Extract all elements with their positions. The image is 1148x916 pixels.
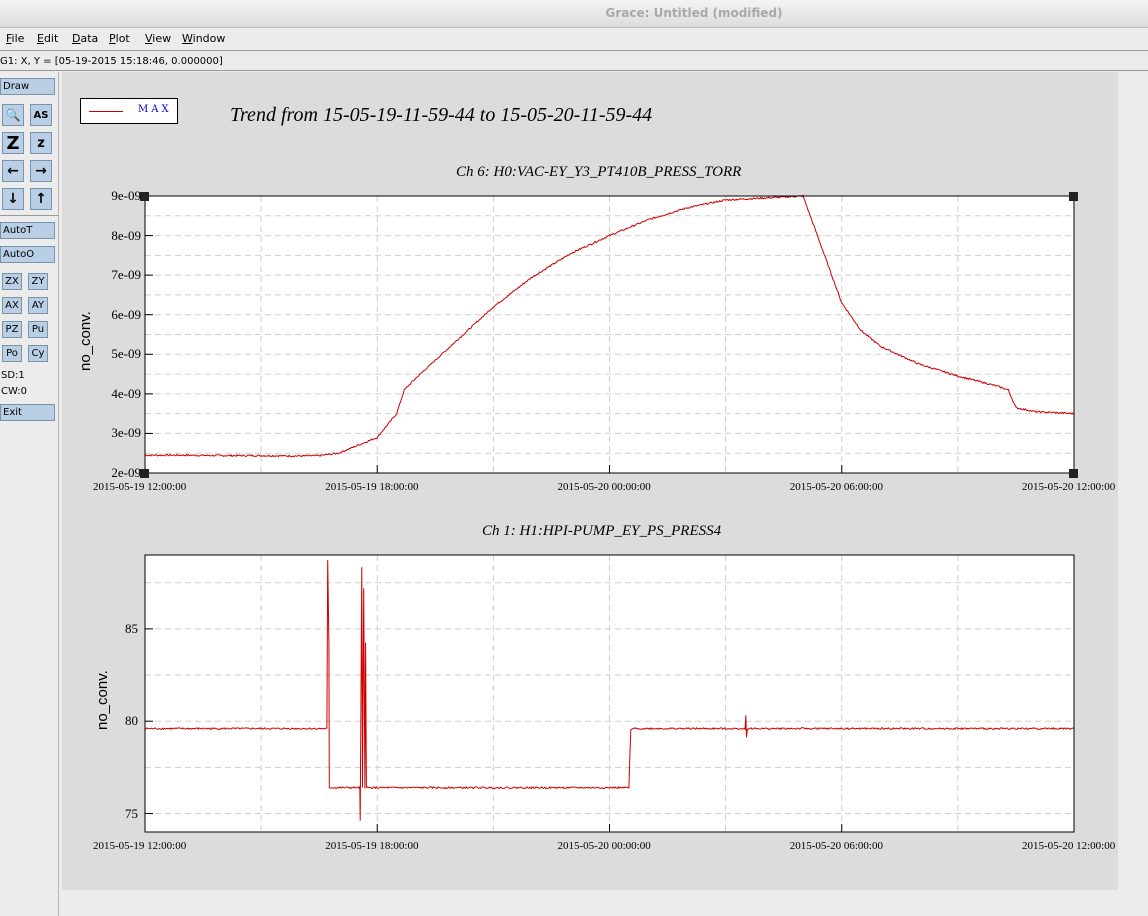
chart2-plot[interactable] [144,554,1075,833]
menu-plot-key: P [109,32,116,45]
menu-view-rest: iew [152,32,172,45]
cy-button[interactable]: Cy [28,345,48,362]
draw-button[interactable]: Draw [0,78,55,95]
scroll-down-icon[interactable]: ↓ [2,188,24,210]
x-tick-label: 2015-05-20 06:00:00 [789,481,883,493]
scroll-right-icon[interactable]: → [30,160,52,182]
y-tick-label: 75 [125,805,138,821]
menu-edit-key: E [37,32,44,45]
exit-button[interactable]: Exit [0,404,55,421]
menu-file-rest: ile [11,32,25,45]
x-tick-label: 2015-05-20 06:00:00 [789,840,883,852]
y-tick-label: 9e-09 [111,188,141,203]
chart1-selection-handle-tr[interactable] [1069,192,1078,201]
autot-button[interactable]: AutoT [0,222,55,239]
chart1-title: Ch 6: H0:VAC-EY_Y3_PT410B_PRESS_TORR [456,164,742,180]
po-button[interactable]: Po [2,345,22,362]
y-tick-label: 85 [125,620,138,636]
legend[interactable]: MAX [80,98,178,124]
legend-label: MAX [138,104,172,115]
x-tick-label: 2015-05-20 12:00:00 [1022,481,1116,493]
x-tick-label: 2015-05-20 12:00:00 [1022,840,1116,852]
chart1-plot[interactable] [144,194,1075,474]
window-title: Grace: Untitled (modified) [605,6,783,20]
cw-status: CW:0 [1,386,28,397]
scroll-right-glyph: → [35,163,47,179]
x-tick-label: 2015-05-19 18:00:00 [325,481,419,493]
locator-text: G1: X, Y = [05-19-2015 15:18:46, 0.00000… [0,56,223,67]
scroll-up-icon[interactable]: ↑ [30,188,52,210]
zoom-in-icon[interactable]: Z [2,132,24,154]
menu-edit-rest: dit [43,32,59,45]
window-titlebar: Grace: Untitled (modified) [0,0,1148,28]
x-tick-label: 2015-05-19 18:00:00 [325,840,419,852]
y-tick-label: 2e-09 [111,465,141,480]
menu-window-key: W [182,32,193,45]
pz-button[interactable]: PZ [2,321,22,338]
zoom-out-glyph: z [37,135,45,151]
y-tick-label: 3e-09 [111,425,141,441]
y-tick-label: 80 [125,713,138,729]
menu-view[interactable]: View [145,32,171,45]
zoom-icon[interactable]: 🔍 [2,104,24,126]
zx-button[interactable]: ZX [2,273,22,290]
ax-button[interactable]: AX [2,297,22,314]
main-title: Trend from 15-05-19-11-59-44 to 15-05-20… [230,104,653,126]
autoscale-glyph: AS [33,109,49,121]
x-tick-label: 2015-05-20 00:00:00 [557,840,651,852]
autoscale-text-icon[interactable]: AS [30,104,52,126]
scroll-down-glyph: ↓ [7,191,19,207]
menu-file[interactable]: File [6,32,24,45]
chart1-selection-handle-bl[interactable] [140,469,149,478]
y-tick-label: 6e-09 [111,306,141,322]
y-tick-label: 8e-09 [111,227,141,243]
chart1-selection-handle-tl[interactable] [140,192,149,201]
y-tick-label: 7e-09 [111,267,141,283]
zoom-out-icon[interactable]: z [30,132,52,154]
y-tick-label: 5e-09 [111,346,141,362]
menu-plot-rest: lot [115,32,130,45]
menu-plot[interactable]: Plot [109,32,130,45]
x-tick-label: 2015-05-19 12:00:00 [93,840,187,852]
menu-window[interactable]: Window [182,32,225,45]
chart1-selection-handle-br[interactable] [1069,469,1078,478]
toolbar-separator [0,215,58,216]
legend-line-swatch [89,111,123,112]
menu-bar: File Edit Data Plot View Window [0,28,1148,51]
menu-data-rest: ata [80,32,99,45]
ay-button[interactable]: AY [28,297,48,314]
menu-edit[interactable]: Edit [37,32,58,45]
y-tick-label: 4e-09 [111,385,141,401]
scroll-left-icon[interactable]: ← [2,160,24,182]
menu-data[interactable]: Data [72,32,98,45]
locator-bar: G1: X, Y = [05-19-2015 15:18:46, 0.00000… [0,53,1148,71]
x-tick-label: 2015-05-20 00:00:00 [557,481,651,493]
autoo-button[interactable]: AutoO [0,246,55,263]
menu-window-rest: indow [192,32,226,45]
pu-button[interactable]: Pu [28,321,48,338]
sd-status: SD:1 [1,370,25,381]
scroll-up-glyph: ↑ [35,191,47,207]
zoom-glyph: 🔍 [5,108,21,122]
chart2-title: Ch 1: H1:HPI-PUMP_EY_PS_PRESS4 [482,523,722,539]
x-tick-label: 2015-05-19 12:00:00 [93,481,187,493]
scroll-left-glyph: ← [7,163,19,179]
zoom-in-glyph: Z [6,132,20,154]
zy-button[interactable]: ZY [28,273,48,290]
toolbar-sidebar: Draw 🔍 AS Z z ← → ↓ ↑ AutoT AutoO ZX ZY … [0,72,59,916]
